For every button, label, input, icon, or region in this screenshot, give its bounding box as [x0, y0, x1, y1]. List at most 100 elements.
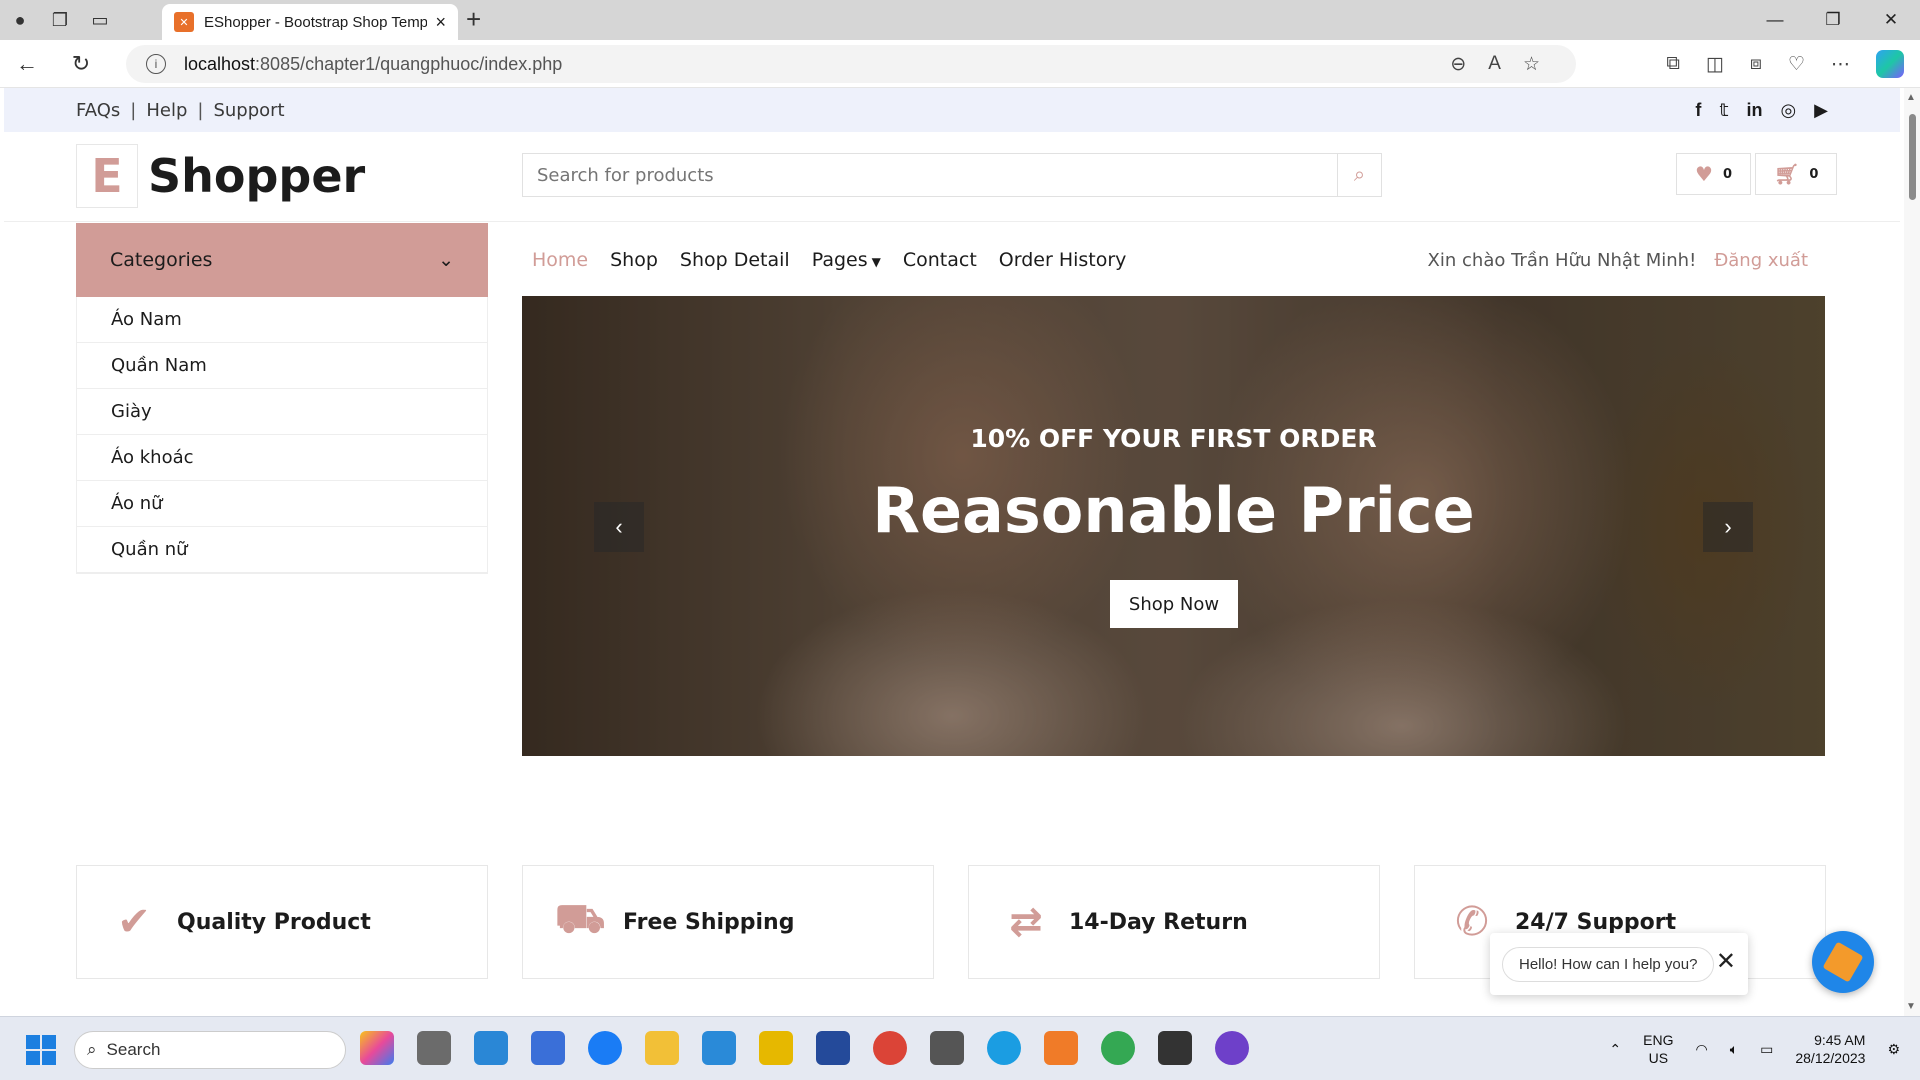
nav-shop-detail[interactable]: Shop Detail [680, 249, 790, 271]
tab-actions-icon[interactable]: ▭ [80, 0, 120, 40]
shop-now-button[interactable]: Shop Now [1110, 580, 1238, 628]
remote-app-icon[interactable] [930, 1031, 964, 1065]
categories-toggle[interactable]: Categories ⌄ [76, 223, 488, 297]
volume-icon[interactable]: 🔈︎ [1730, 1041, 1738, 1058]
xampp-icon[interactable] [1044, 1031, 1078, 1065]
battery-icon[interactable]: ▭ [1760, 1041, 1773, 1058]
category-item[interactable]: Giày [77, 389, 487, 435]
scroll-up-icon[interactable]: ▲ [1906, 92, 1916, 103]
more-icon[interactable]: ⋯ [1831, 53, 1850, 76]
support-link[interactable]: Support [213, 100, 284, 121]
help-link[interactable]: Help [146, 100, 187, 121]
page-scrollbar[interactable]: ▲ ▼ [1904, 88, 1920, 1016]
nav-pages-label: Pages [811, 249, 868, 271]
zoom-icon[interactable]: ⊖ [1450, 53, 1466, 76]
nav-order-history[interactable]: Order History [999, 249, 1127, 271]
search-icon[interactable]: ⌕ [1337, 154, 1381, 196]
task-view-icon[interactable] [417, 1031, 451, 1065]
wishlist-button[interactable]: ♥ 0 [1676, 153, 1751, 195]
chat-cube-icon [1822, 941, 1864, 983]
favorite-star-icon[interactable]: ☆ [1523, 53, 1540, 76]
category-item[interactable]: Áo khoác [77, 435, 487, 481]
profile-icon[interactable]: ● [0, 0, 40, 40]
close-window-icon[interactable]: ✕ [1862, 0, 1920, 40]
feature-label: Free Shipping [623, 909, 795, 935]
nav-home[interactable]: Home [532, 249, 588, 271]
chat-close-icon[interactable]: ✕ [1716, 947, 1736, 976]
scrollbar-thumb[interactable] [1909, 114, 1916, 200]
new-tab-icon[interactable]: + [466, 4, 481, 35]
nav-shop[interactable]: Shop [610, 249, 658, 271]
cart-button[interactable]: 🛒︎ 0 [1754, 153, 1838, 195]
browser-tab[interactable]: ✕ EShopper - Bootstrap Shop Temp × [162, 4, 458, 40]
faqs-link[interactable]: FAQs [76, 100, 120, 121]
feature-card: ⇄ 14-Day Return [968, 865, 1380, 979]
check-icon: ✔ [117, 900, 151, 944]
category-item[interactable]: Quần nữ [77, 527, 487, 573]
language-indicator[interactable]: ENG US [1643, 1031, 1673, 1067]
linkedin-icon[interactable]: in [1746, 100, 1762, 121]
extensions-icon[interactable]: ⧉ [1666, 53, 1680, 75]
category-item[interactable]: Áo Nam [77, 297, 487, 343]
carousel-next-icon[interactable]: › [1703, 502, 1753, 552]
logout-link[interactable]: Đăng xuất [1714, 250, 1808, 271]
tab-close-icon[interactable]: × [435, 12, 446, 33]
taskbar-apps [360, 1031, 1249, 1065]
category-item[interactable]: Áo nữ [77, 481, 487, 527]
file-explorer-icon[interactable] [645, 1031, 679, 1065]
instagram-icon[interactable]: ◎ [1780, 100, 1796, 121]
maximize-icon[interactable]: ❐ [1804, 0, 1862, 40]
wifi-icon[interactable]: ◠ [1696, 1041, 1708, 1058]
copilot-app-icon[interactable] [360, 1031, 394, 1065]
browser-essentials-icon[interactable]: ♡ [1788, 53, 1805, 76]
chrome-profile-icon[interactable] [1101, 1031, 1135, 1065]
terminal-icon[interactable] [1158, 1031, 1192, 1065]
back-icon[interactable]: ← [0, 40, 54, 88]
system-tray: ⌃ ENG US ◠ 🔈︎ ▭ 9:45 AM 28/12/2023 ⚙ [1609, 1025, 1900, 1073]
category-item[interactable]: Quần Nam [77, 343, 487, 389]
read-aloud-icon[interactable]: A [1488, 53, 1501, 75]
site-info-icon[interactable]: i [146, 54, 166, 74]
app-icon[interactable] [759, 1031, 793, 1065]
caret-down-icon: ▼ [871, 255, 881, 269]
xampp-favicon-icon: ✕ [174, 12, 194, 32]
youtube-icon[interactable]: ▶ [1814, 100, 1828, 121]
widgets-icon[interactable] [474, 1031, 508, 1065]
chat-launcher-button[interactable] [1812, 931, 1874, 993]
nav-links: Home Shop Shop Detail Pages ▼ Contact Ord… [522, 249, 1126, 271]
github-desktop-icon[interactable] [1215, 1031, 1249, 1065]
zalo-icon[interactable] [588, 1031, 622, 1065]
chrome-icon[interactable] [873, 1031, 907, 1065]
vscode-icon[interactable] [702, 1031, 736, 1065]
main-nav: Home Shop Shop Detail Pages ▼ Contact Ord… [522, 223, 1822, 297]
notification-icon[interactable]: ⚙ [1887, 1041, 1900, 1058]
feature-label: Quality Product [177, 909, 371, 935]
copilot-icon[interactable] [1876, 50, 1904, 78]
split-screen-icon[interactable]: ◫ [1706, 53, 1724, 76]
taskbar-search[interactable]: ⌕ Search [74, 1031, 346, 1069]
scroll-down-icon[interactable]: ▼ [1906, 1001, 1916, 1012]
collections-icon[interactable]: ⧈ [1750, 53, 1762, 75]
clock[interactable]: 9:45 AM 28/12/2023 [1795, 1031, 1865, 1067]
minimize-icon[interactable]: — [1746, 0, 1804, 40]
dev-c-icon[interactable] [816, 1031, 850, 1065]
carousel-prev-icon[interactable]: ‹ [594, 502, 644, 552]
divider: | [130, 99, 137, 121]
chat-message[interactable]: Hello! How can I help you? [1502, 946, 1715, 982]
workspaces-icon[interactable]: ❐ [40, 0, 80, 40]
nav-contact[interactable]: Contact [903, 249, 977, 271]
chevron-down-icon: ⌄ [438, 249, 454, 271]
header-actions: ♥ 0 🛒︎ 0 [1676, 153, 1838, 195]
windows-start-icon[interactable] [26, 1035, 56, 1065]
edge-icon[interactable] [987, 1031, 1021, 1065]
nav-pages[interactable]: Pages ▼ [812, 249, 881, 271]
store-icon[interactable] [531, 1031, 565, 1065]
refresh-icon[interactable]: ↻ [54, 40, 108, 88]
url-field[interactable]: i localhost :8085/chapter1/quangphuoc/in… [126, 45, 1576, 83]
chat-popup: Hello! How can I help you? ✕ [1490, 933, 1748, 995]
twitter-icon[interactable]: 𝕥 [1719, 100, 1728, 121]
chevron-up-icon[interactable]: ⌃ [1609, 1041, 1621, 1058]
site-logo[interactable]: E Shopper [76, 144, 365, 208]
facebook-icon[interactable]: f [1695, 100, 1701, 121]
search-input[interactable] [523, 154, 1337, 196]
